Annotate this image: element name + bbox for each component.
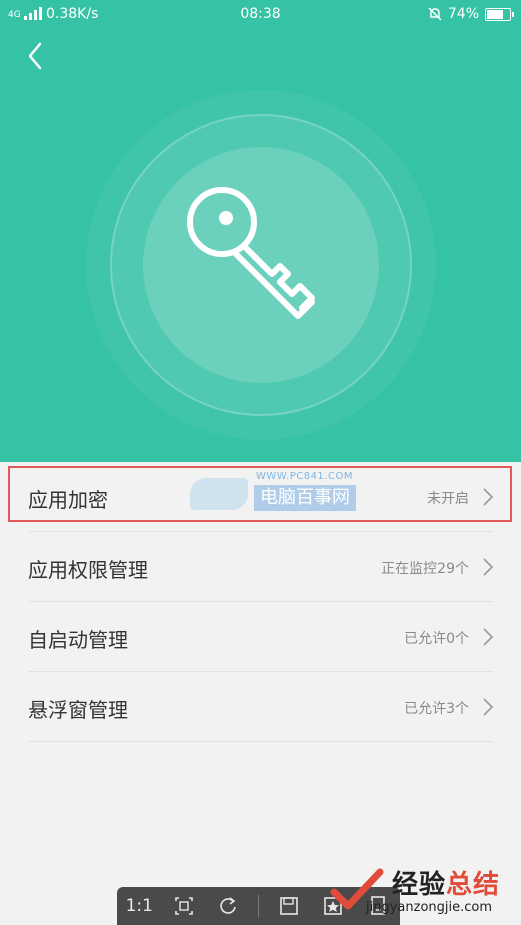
- setting-label: 自启动管理: [28, 628, 128, 652]
- key-icon: [187, 187, 315, 319]
- setting-status: 正在监控29个: [381, 561, 469, 577]
- brand-subtitle: jingyanzongjie.com: [366, 900, 493, 915]
- actual-size-button[interactable]: 1:1: [124, 892, 154, 920]
- fit-screen-icon[interactable]: [169, 892, 199, 920]
- site-brand-logo: 经验总结 jingyanzongjie.com: [330, 862, 518, 924]
- battery-percent: 74%: [447, 6, 479, 22]
- chevron-right-icon: [483, 698, 494, 716]
- back-button[interactable]: [18, 38, 54, 74]
- setting-status: 未开启: [427, 491, 469, 507]
- chevron-right-icon: [483, 628, 494, 646]
- battery-level: [487, 9, 503, 19]
- brand-title: 经验总结: [392, 870, 501, 900]
- chevron-right-icon: [483, 488, 494, 506]
- battery-icon: [485, 7, 514, 21]
- watermark: WWW.PC841.COM 电脑百事网: [190, 471, 370, 512]
- watermark-logo: [190, 478, 248, 510]
- setting-label: 悬浮窗管理: [28, 698, 128, 722]
- chevron-right-icon: [483, 558, 494, 576]
- watermark-url: WWW.PC841.COM: [256, 471, 353, 482]
- save-icon[interactable]: [274, 892, 304, 920]
- setting-app-permissions[interactable]: 应用权限管理 正在监控29个: [0, 532, 521, 602]
- divider: [28, 741, 493, 742]
- toolbar-divider: [257, 895, 259, 917]
- setting-status: 已允许3个: [404, 701, 469, 717]
- setting-status: 已允许0个: [404, 631, 469, 647]
- setting-floating-window[interactable]: 悬浮窗管理 已允许3个: [0, 672, 521, 742]
- setting-label: 应用权限管理: [28, 558, 148, 582]
- status-bar: 4G 0.38K/s 08:38 74%: [0, 0, 521, 30]
- setting-label: 应用加密: [28, 488, 108, 512]
- setting-autostart[interactable]: 自启动管理 已允许0个: [0, 602, 521, 672]
- rotate-icon[interactable]: [213, 892, 243, 920]
- hero-header: 4G 0.38K/s 08:38 74%: [0, 0, 521, 462]
- watermark-name: 电脑百事网: [254, 485, 356, 511]
- bell-muted-icon: [428, 7, 442, 21]
